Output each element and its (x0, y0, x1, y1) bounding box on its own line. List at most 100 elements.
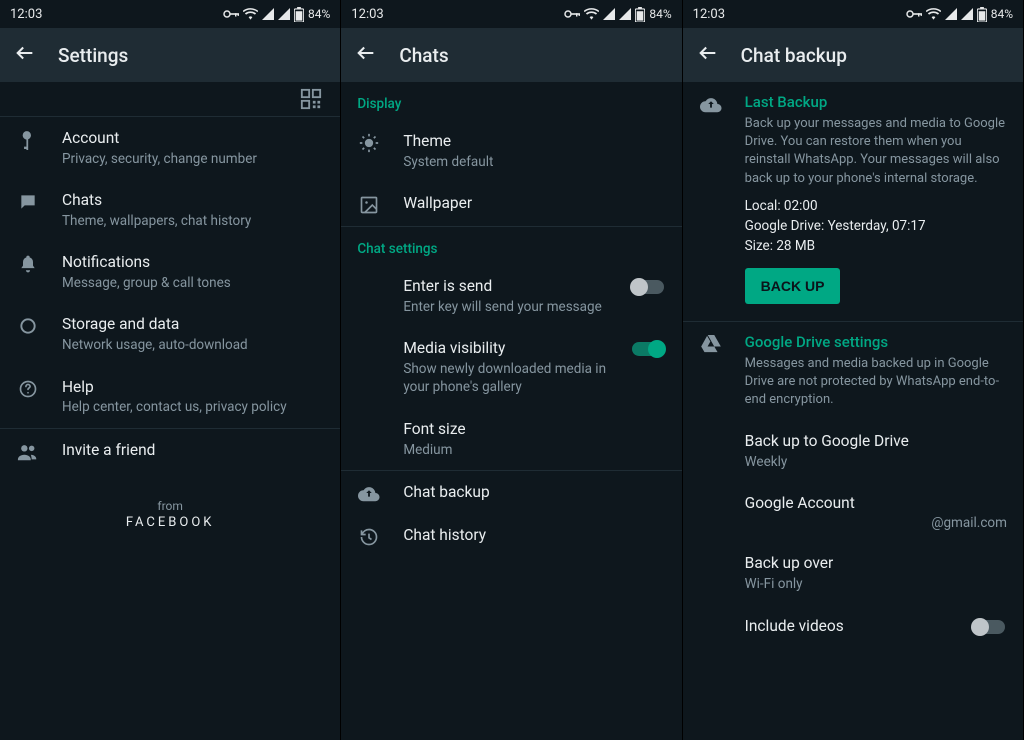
vpn-key-icon (906, 9, 922, 19)
brightness-icon (357, 131, 381, 153)
back-icon[interactable] (355, 42, 377, 68)
item-label: Notifications (62, 252, 324, 273)
item-label: Storage and data (62, 314, 324, 335)
appbar: Chat backup (683, 28, 1023, 82)
cloud-upload-icon (699, 93, 723, 113)
item-sub: Theme, wallpapers, chat history (62, 212, 324, 230)
item-sub: Privacy, security, change number (62, 150, 324, 168)
chats-item-enter[interactable]: Enter is send Enter key will send your m… (341, 265, 681, 327)
wifi-icon (926, 8, 941, 20)
item-sub: System default (403, 153, 665, 171)
qr-icon[interactable] (300, 88, 322, 114)
wifi-icon (243, 8, 258, 20)
chats-item-history[interactable]: Chat history (341, 514, 681, 558)
appbar: Settings (0, 28, 340, 82)
gdrive-freq[interactable]: Back up to Google Drive Weekly (683, 420, 1023, 482)
item-sub: Wi-Fi only (745, 575, 1007, 593)
chats-item-backup[interactable]: Chat backup (341, 471, 681, 514)
gdrive-account[interactable]: Google Account @gmail.com (683, 482, 1023, 542)
status-right: 84% (564, 7, 671, 22)
item-sub: Medium (403, 441, 665, 459)
status-time: 12:03 (10, 7, 42, 22)
history-icon (357, 525, 381, 547)
settings-item-account[interactable]: Account Privacy, security, change number (0, 117, 340, 179)
gdrive-desc: Messages and media backed up in Google D… (745, 355, 1007, 410)
key-icon (16, 128, 40, 150)
item-label: Chat backup (403, 482, 665, 503)
item-sub: @gmail.com (745, 515, 1007, 531)
status-bar: 12:03 84% (683, 0, 1023, 28)
settings-item-notifications[interactable]: Notifications Message, group & call tone… (0, 241, 340, 303)
footer-from: from (0, 499, 340, 513)
status-time: 12:03 (351, 7, 383, 22)
item-label: Google Account (745, 493, 1007, 514)
item-sub: Enter key will send your message (403, 298, 609, 316)
signal-icon-2 (961, 8, 973, 20)
item-label: Back up over (745, 553, 1007, 574)
page-title: Chats (399, 44, 448, 67)
settings-item-help[interactable]: Help Help center, contact us, privacy po… (0, 366, 340, 428)
item-label: Wallpaper (403, 193, 665, 214)
chats-item-theme[interactable]: Theme System default (341, 120, 681, 182)
status-bar: 12:03 84% (341, 0, 681, 28)
signal-icon (603, 8, 615, 20)
screen-chats: 12:03 84% Chats Display Theme System def… (341, 0, 682, 740)
chats-item-wallpaper[interactable]: Wallpaper (341, 182, 681, 226)
item-label: Theme (403, 131, 665, 152)
battery-icon (294, 7, 304, 22)
data-usage-icon (16, 314, 40, 336)
status-time: 12:03 (693, 7, 725, 22)
back-icon[interactable] (697, 42, 719, 68)
item-label: Chats (62, 190, 324, 211)
item-label: Invite a friend (62, 440, 324, 461)
item-label: Back up to Google Drive (745, 431, 1007, 452)
page-title: Settings (58, 44, 128, 67)
last-backup-size: Size: 28 MB (745, 238, 1007, 254)
wallpaper-icon (357, 193, 381, 215)
item-sub: Help center, contact us, privacy policy (62, 398, 324, 416)
help-icon (16, 377, 40, 399)
item-sub: Network usage, auto-download (62, 336, 324, 354)
backup-last-block: Last Backup Back up your messages and me… (683, 82, 1023, 315)
last-backup-local: Local: 02:00 (745, 198, 1007, 214)
item-label: Account (62, 128, 324, 149)
toggle-media[interactable] (632, 338, 666, 356)
item-label: Font size (403, 419, 665, 440)
signal-icon (262, 8, 274, 20)
gdrive-videos[interactable]: Include videos (683, 605, 1023, 648)
cloud-upload-icon (357, 482, 381, 502)
last-backup-gdrive: Google Drive: Yesterday, 07:17 (745, 218, 1007, 234)
toggle-enter[interactable] (632, 276, 666, 294)
chats-item-media[interactable]: Media visibility Show newly downloaded m… (341, 327, 681, 407)
last-backup-heading: Last Backup (745, 93, 1007, 111)
toggle-videos[interactable] (973, 616, 1007, 634)
settings-item-storage[interactable]: Storage and data Network usage, auto-dow… (0, 303, 340, 365)
back-icon[interactable] (14, 42, 36, 68)
item-sub: Weekly (745, 453, 1007, 471)
last-backup-desc: Back up your messages and media to Googl… (745, 115, 1007, 188)
wifi-icon (584, 8, 599, 20)
battery-pct: 84% (649, 7, 671, 21)
status-right: 84% (223, 7, 330, 22)
page-title: Chat backup (741, 44, 847, 67)
status-right: 84% (906, 7, 1013, 22)
appbar: Chats (341, 28, 681, 82)
gdrive-over[interactable]: Back up over Wi-Fi only (683, 542, 1023, 604)
gdrive-block: Google Drive settings Messages and media… (683, 322, 1023, 421)
item-label: Media visibility (403, 338, 609, 359)
settings-item-chats[interactable]: Chats Theme, wallpapers, chat history (0, 179, 340, 241)
settings-item-invite[interactable]: Invite a friend (0, 429, 340, 473)
item-label: Help (62, 377, 324, 398)
bell-icon (16, 252, 40, 274)
people-icon (16, 440, 40, 462)
item-label: Include videos (745, 616, 951, 637)
chats-item-font[interactable]: Font size Medium (341, 408, 681, 470)
battery-pct: 84% (991, 7, 1013, 21)
status-bar: 12:03 84% (0, 0, 340, 28)
section-display: Display (341, 82, 681, 120)
screen-backup: 12:03 84% Chat backup Last Backup Back u… (683, 0, 1024, 740)
screen-settings: 12:03 84% Settings Account (0, 0, 341, 740)
backup-button[interactable]: BACK UP (745, 268, 841, 304)
battery-icon (635, 7, 645, 22)
signal-icon-2 (619, 8, 631, 20)
